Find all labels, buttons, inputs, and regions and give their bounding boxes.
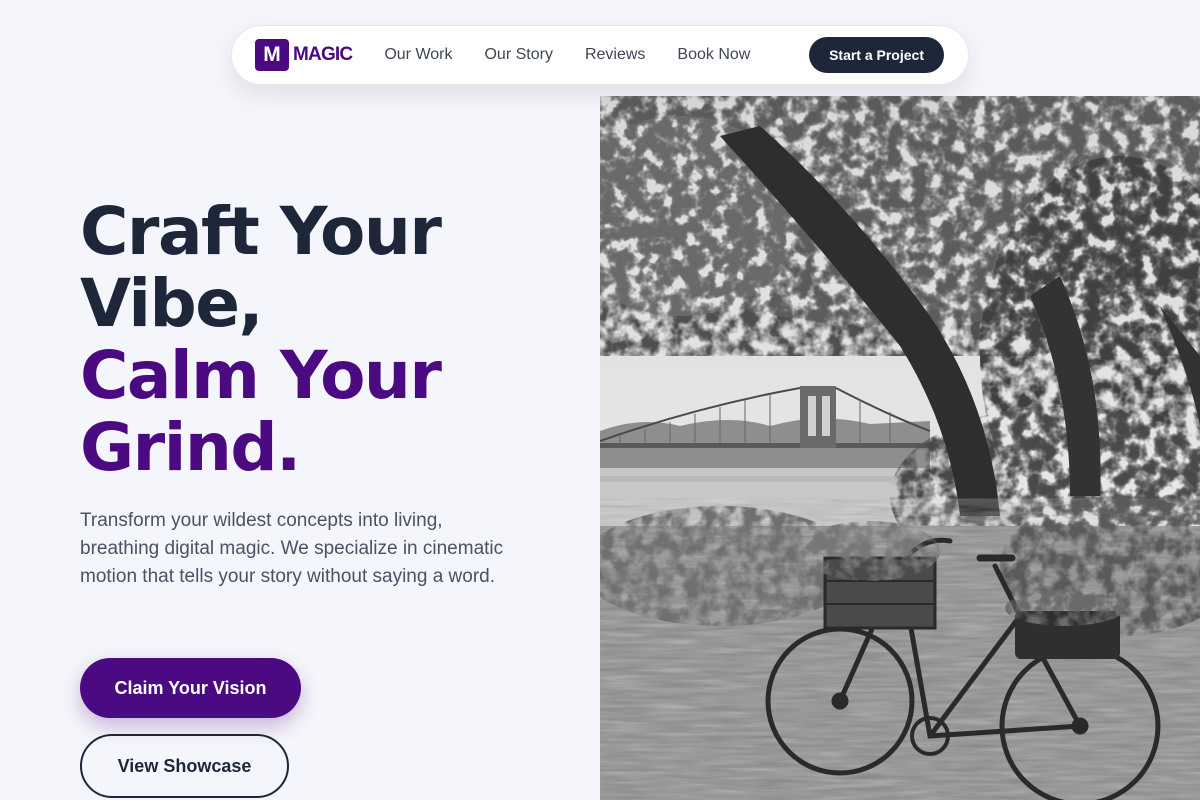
logo[interactable]: M MAGIC [255,39,353,71]
hero-title-line-1: Craft Your Vibe, [80,193,442,342]
logo-mark-icon: M [255,39,289,71]
hero-title: Craft Your Vibe, Calm Your Grind. [80,196,580,484]
hero-description: Transform your wildest concepts into liv… [80,510,504,587]
bicycle-photo-illustration [600,96,1200,800]
landing-page: M MAGIC Our Work Our Story Reviews Book … [0,0,1200,800]
nav-link-book-now[interactable]: Book Now [677,46,750,64]
start-project-button[interactable]: Start a Project [809,37,944,73]
hero-title-line-2: Calm Your Grind. [80,337,442,486]
claim-vision-button[interactable]: Claim Your Vision [80,658,301,718]
top-nav: M MAGIC Our Work Our Story Reviews Book … [231,25,969,85]
nav-link-our-work[interactable]: Our Work [384,46,452,64]
view-showcase-button[interactable]: View Showcase [80,734,289,798]
nav-link-our-story[interactable]: Our Story [484,46,552,64]
nav-link-reviews[interactable]: Reviews [585,46,645,64]
nav-links: Our Work Our Story Reviews Book Now [384,46,750,64]
logo-text: MAGIC [293,44,353,65]
hero-image [600,96,1200,800]
